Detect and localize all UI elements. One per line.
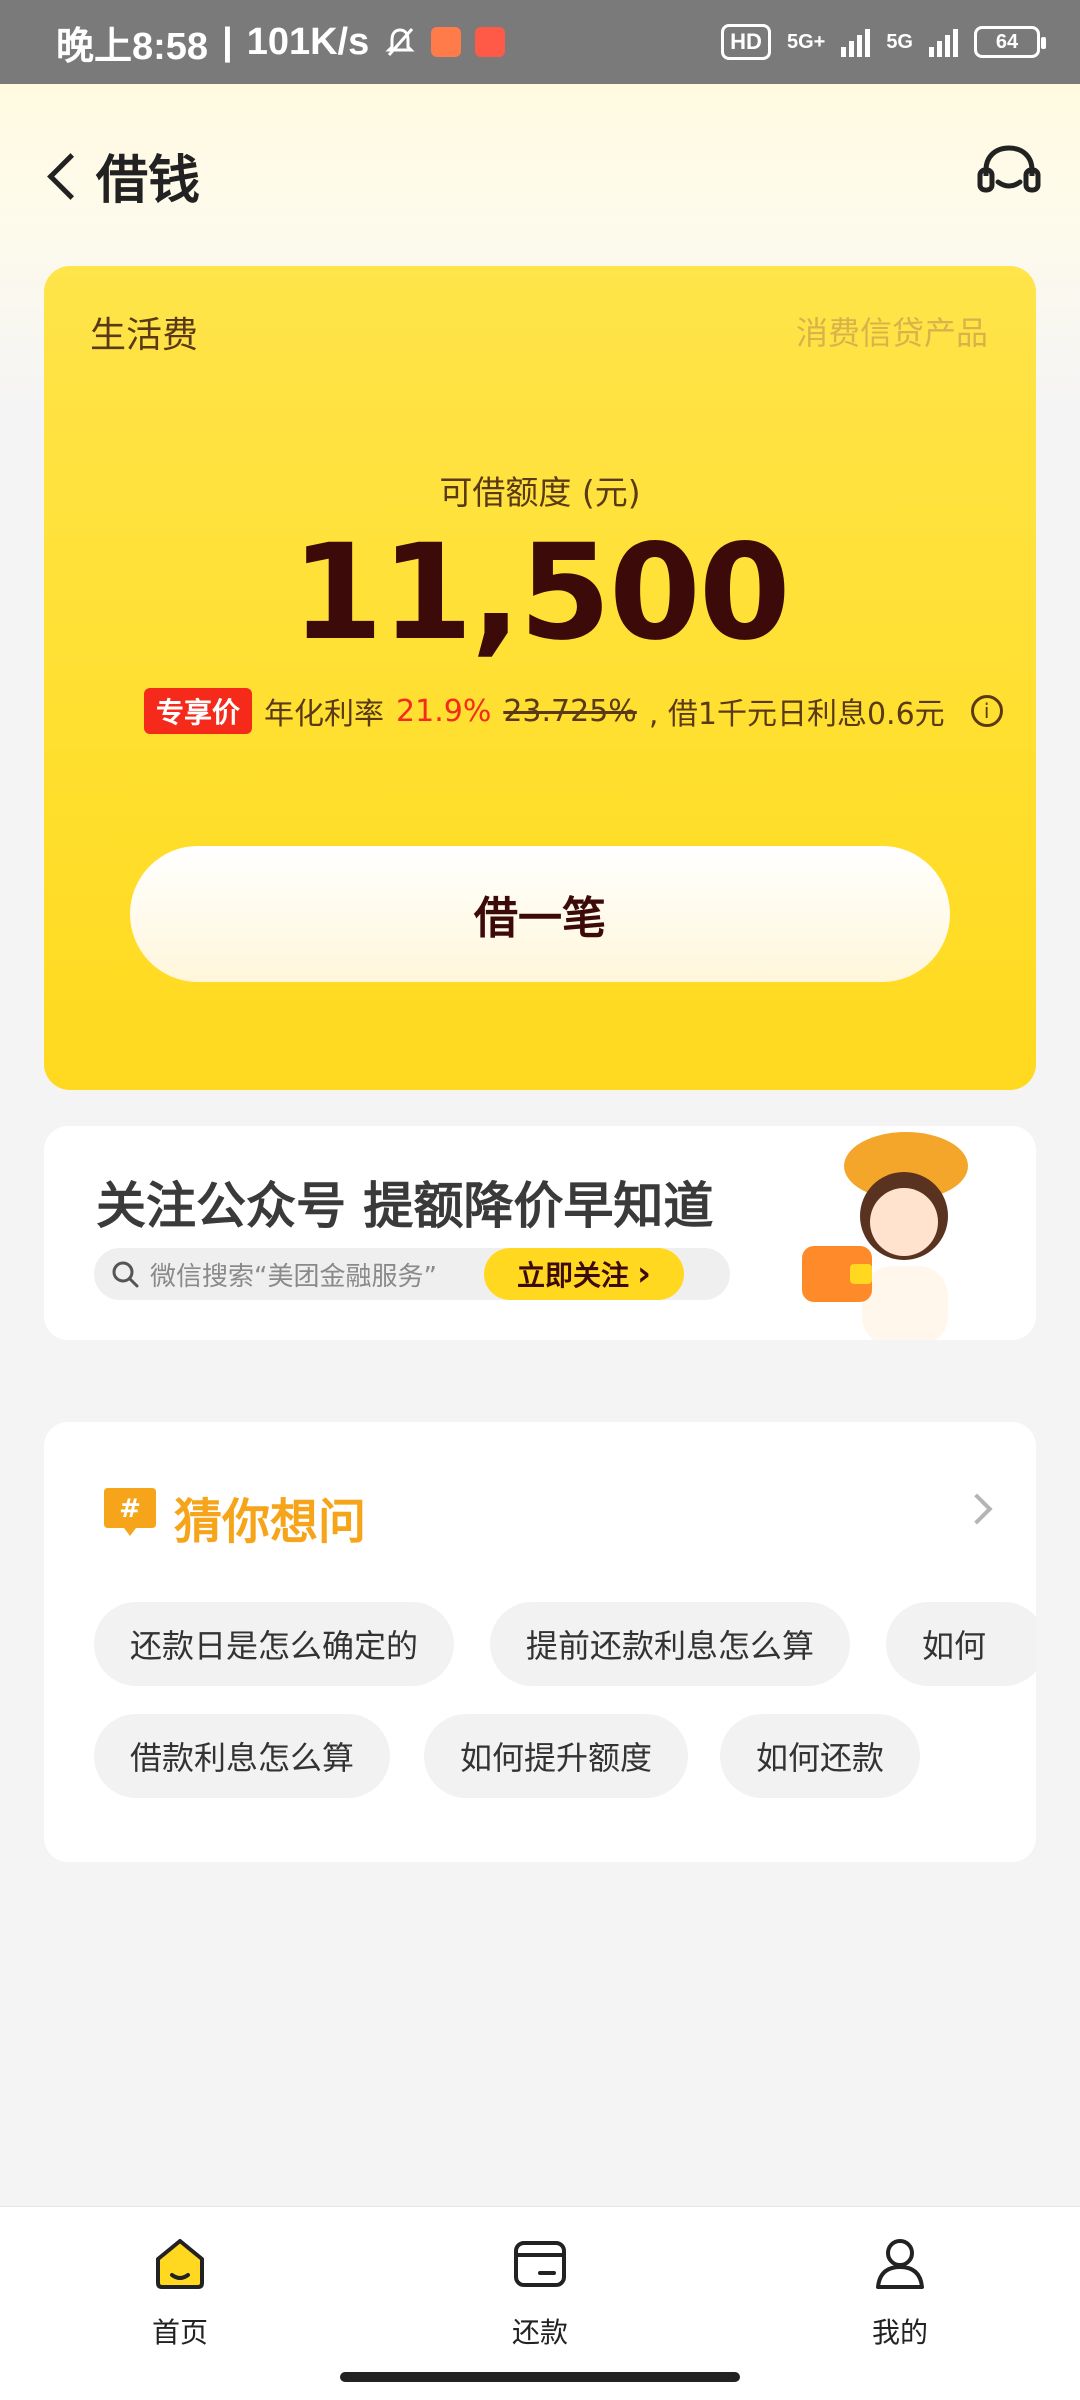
banner-title: 关注公众号 提额降价早知道	[96, 1177, 714, 1235]
status-right: HD 5G+ 5G 64	[721, 24, 1046, 60]
chevron-right-icon[interactable]	[961, 1493, 993, 1525]
svg-text:#: #	[119, 1494, 141, 1524]
hd-icon: HD	[721, 24, 771, 60]
limit-label: 可借额度 (元)	[439, 473, 641, 512]
faq-chip[interactable]: 借款利息怎么算	[94, 1714, 391, 1798]
info-icon[interactable]: i	[970, 695, 1003, 727]
network-5g: 5G	[886, 30, 913, 53]
app-notification-icon-2	[475, 27, 506, 57]
rate-label: 年化利率	[264, 697, 385, 732]
mascot-illustration	[802, 1132, 968, 1340]
customer-service-icon[interactable]	[974, 138, 1044, 208]
nav-home-label: 首页	[151, 2316, 208, 2349]
status-bar: 晚上8:58 | 101K/s HD 5G+ 5G 64	[0, 0, 1080, 84]
signal-icon	[841, 27, 871, 57]
exclusive-badge: 专享价	[144, 688, 253, 734]
rate-row: 专享价 年化利率 21.9% 23.725% , 借1千元日利息0.6元 i	[144, 688, 1003, 734]
page-title: 借钱	[96, 151, 201, 211]
faq-chip[interactable]: 提前还款利息怎么算	[490, 1602, 851, 1686]
borrow-button[interactable]: 借一笔	[130, 846, 950, 982]
nav-home[interactable]: 首页	[100, 2233, 260, 2351]
network-5g-plus: 5G+	[786, 30, 826, 53]
faq-card: # 猜你想问 还款日是怎么确定的 提前还款利息怎么算 如何 借款利息怎么算 如何…	[44, 1422, 1036, 1862]
status-divider: |	[222, 20, 233, 63]
product-tag: 消费信贷产品	[795, 314, 988, 352]
search-hint-text: 微信搜索“美团金融服务”	[150, 1261, 437, 1292]
rate-old: 23.725%	[503, 693, 637, 729]
follow-button[interactable]: 立即关注	[484, 1248, 684, 1300]
product-name: 生活费	[90, 315, 199, 356]
battery-icon: 64	[974, 26, 1046, 58]
user-icon	[876, 2239, 924, 2289]
rate-new: 21.9%	[396, 693, 492, 729]
signal-icon-2	[929, 27, 958, 57]
mute-bell-icon	[385, 28, 415, 56]
follow-banner[interactable]: 关注公众号 提额降价早知道 微信搜索“美团金融服务” 立即关注	[44, 1126, 1036, 1340]
nav-repay-label: 还款	[511, 2316, 568, 2349]
status-speed: 101K/s	[246, 20, 370, 63]
wallet-icon	[514, 2241, 566, 2287]
faq-chip[interactable]: 如何	[886, 1602, 1036, 1686]
nav-me-label: 我的	[871, 2316, 928, 2349]
rate-note: , 借1千元日利息0.6元	[648, 697, 945, 732]
faq-chip[interactable]: 如何提升额度	[424, 1714, 689, 1798]
faq-title: 猜你想问	[174, 1494, 367, 1550]
home-indicator[interactable]	[340, 2372, 740, 2382]
search-icon	[112, 1261, 139, 1288]
faq-chip[interactable]: 还款日是怎么确定的	[94, 1602, 455, 1686]
nav-repay[interactable]: 还款	[460, 2233, 620, 2351]
credit-card-panel: 生活费 消费信贷产品 可借额度 (元) 11,500 专享价 年化利率 21.9…	[44, 266, 1036, 1090]
page-header: 借钱	[0, 120, 1080, 230]
status-left: 晚上8:58 | 101K/s	[56, 15, 506, 70]
back-button[interactable]	[40, 140, 90, 210]
home-icon	[156, 2239, 204, 2289]
hashtag-icon: #	[104, 1488, 156, 1536]
status-time: 晚上8:58	[56, 25, 209, 68]
limit-value: 11,500	[291, 516, 790, 670]
bottom-navigation: 首页 还款 我的	[0, 2206, 1080, 2400]
faq-chip[interactable]: 如何还款	[720, 1714, 921, 1798]
nav-me[interactable]: 我的	[820, 2233, 980, 2351]
app-notification-icon	[431, 27, 462, 57]
